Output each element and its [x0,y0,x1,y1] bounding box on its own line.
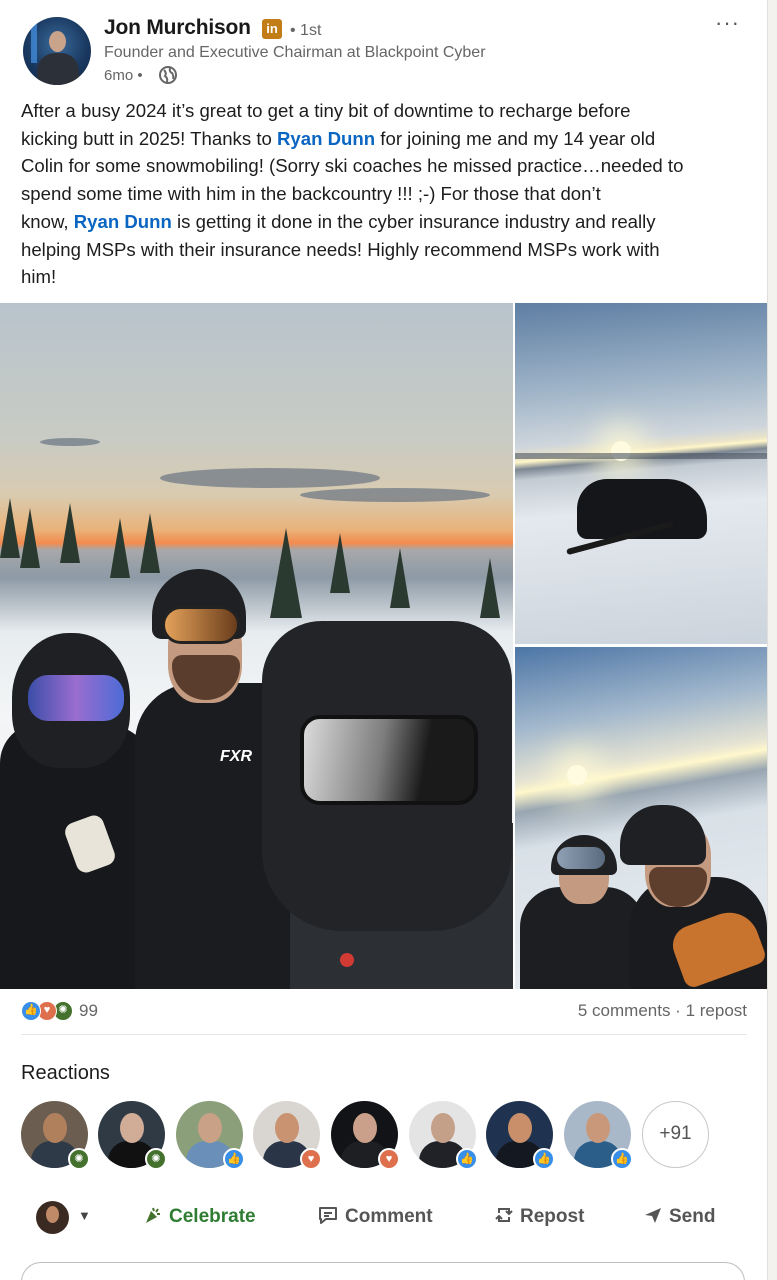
reactor-avatar[interactable]: ✺ [21,1101,90,1170]
love-icon: ♥ [300,1148,322,1170]
celebrate-icon [146,1207,160,1223]
post-line: After a busy 2024 it’s great to get a ti… [21,100,631,121]
author-avatar[interactable] [23,17,91,85]
author-headline: Founder and Executive Chairman at Blackp… [104,44,486,61]
more-options-button[interactable]: ··· [715,10,740,36]
send-button[interactable]: Send [643,1205,715,1228]
reaction-count[interactable]: 99 [79,1001,98,1021]
repost-icon [495,1208,513,1222]
reactions-title: Reactions [21,1062,110,1084]
comment-button[interactable]: Comment [317,1205,433,1228]
post-line: Colin for some snowmobiling! (Sorry ski … [21,155,684,177]
like-icon: 👍 [533,1148,555,1170]
celebrate-icon: ✺ [68,1148,90,1170]
post-line: kicking butt in 2025! Thanks to Ryan Dun… [21,127,656,149]
post-time: 6mo • [104,67,143,84]
repost-button[interactable]: Repost [494,1205,584,1228]
post-line: spend some time with him in the backcoun… [21,183,601,205]
reactor-avatar[interactable]: ✺ [98,1101,167,1170]
mention-link[interactable]: Ryan Dunn [277,128,375,149]
reactor-avatar[interactable]: 👍 [176,1101,245,1170]
comment-icon [319,1207,337,1224]
post-line: helping MSPs with their insurance needs!… [21,238,660,260]
more-reactors-button[interactable]: +91 [642,1101,709,1168]
post-photo-main[interactable]: FXR [0,303,513,989]
like-icon: 👍 [223,1148,245,1170]
action-bar: ▼ Celebrate Comment Repost Send [0,1195,767,1241]
chevron-down-icon[interactable]: ▼ [78,1208,91,1223]
current-user-avatar[interactable] [36,1201,69,1234]
reactor-avatar[interactable]: 👍 [486,1101,555,1170]
like-icon: 👍 [456,1148,478,1170]
post-header: Jon Murchison in • 1st Founder and Execu… [0,0,767,95]
post-photo-bottom-right[interactable] [515,647,767,989]
comments-reposts-count[interactable]: 5 comments · 1 repost [578,1001,747,1021]
post-photo-top-right[interactable] [515,303,767,644]
post-body: After a busy 2024 it’s great to get a ti… [21,97,751,291]
author-name[interactable]: Jon Murchison [104,16,251,40]
brand-text: FXR [220,748,252,765]
reactor-avatar[interactable]: ♥ [253,1101,322,1170]
celebrate-button[interactable]: Celebrate [143,1205,256,1228]
post-line: him! [21,266,57,288]
post-line: know, Ryan Dunn is getting it done in th… [21,210,656,232]
reactor-avatar[interactable]: ♥ [331,1101,400,1170]
page-edge [767,0,777,1280]
connection-degree: • 1st [290,22,322,39]
reactor-avatar[interactable]: 👍 [564,1101,633,1170]
divider [21,1034,747,1035]
love-icon: ♥ [378,1148,400,1170]
mention-link[interactable]: Ryan Dunn [74,211,172,232]
celebrate-icon: ✺ [145,1148,167,1170]
like-icon: 👍 [611,1148,633,1170]
linkedin-premium-icon: in [262,19,282,39]
globe-icon [159,66,177,84]
reactor-avatar[interactable]: 👍 [409,1101,478,1170]
comment-input[interactable] [21,1262,745,1280]
social-counts: 👍 ♥ ✺ 99 5 comments · 1 repost [21,998,747,1026]
send-icon [645,1208,661,1223]
like-icon: 👍 [21,1001,41,1021]
